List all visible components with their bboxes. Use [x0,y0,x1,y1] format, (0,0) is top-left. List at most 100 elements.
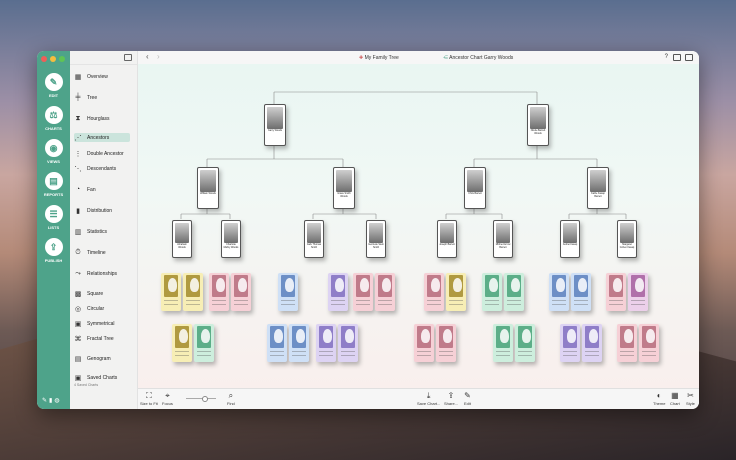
breadcrumb-chart[interactable]: ⋲ Ancestor Chart Garry Woods [443,55,513,61]
person-card[interactable]: Margaret Cohen Kasap [617,220,637,258]
unknown-person-card[interactable] [183,273,203,311]
sidebar-item-timeline[interactable]: ⏱ Timeline [74,248,130,257]
person-card[interactable]: Abraham Woods [172,220,192,258]
sidebar-item-circular[interactable]: ◎ Circular [74,304,130,313]
unknown-person-card[interactable] [571,273,591,311]
chart-options-button[interactable]: ▦ Chart [670,391,680,406]
forward-icon[interactable]: › [157,52,160,61]
unknown-person-card[interactable] [172,324,192,362]
sidebar-item-descendants[interactable]: ⋱ Descendants [74,164,130,173]
silhouette-icon [518,326,532,348]
rail-views-button[interactable]: ◉ VIEWS [37,139,70,164]
unknown-person-card[interactable] [278,273,298,311]
sidebar-item-distribution[interactable]: ▮ Distribution [74,206,130,215]
unknown-person-card[interactable] [560,324,580,362]
person-card[interactable]: Jack Thomas Smith [304,220,324,258]
card-detail-line [186,304,200,305]
unknown-person-card[interactable] [231,273,251,311]
person-card[interactable]: Nicole Barrett Woods [527,104,549,146]
rail-publish-button[interactable]: ⇪ PUBLISH [37,238,70,263]
unknown-person-card[interactable] [209,273,229,311]
breadcrumb-tree[interactable]: ✚ My Family Tree [359,55,399,61]
person-card[interactable]: Mildred Arrow Barrett [493,220,513,258]
unknown-person-card[interactable] [515,324,535,362]
person-card[interactable]: Joseph Barrett [437,220,457,258]
unknown-person-card[interactable] [639,324,659,362]
person-card[interactable]: Grace Smith Woods [333,167,355,209]
style-button[interactable]: ✂ Style [686,391,695,406]
person-card[interactable]: William Woods [197,167,219,209]
save-chart-button[interactable]: ⤓ Save Chart... [417,391,440,406]
sidebar-item-relationships[interactable]: ⤳ Relationships [74,269,130,278]
unknown-person-card[interactable] [353,273,373,311]
unknown-person-card[interactable] [316,324,336,362]
person-card[interactable]: Charlotte Mabry Woods [221,220,241,258]
unknown-person-card[interactable] [289,324,309,362]
unknown-person-card[interactable] [482,273,502,311]
theme-button[interactable]: ◐ Theme [653,391,665,406]
unknown-person-card[interactable] [194,324,214,362]
rail-footer-icons[interactable]: ✎▮◍ [42,397,62,404]
sidebar-item-hourglass[interactable]: ⧗ Hourglass [74,114,130,123]
unknown-person-card[interactable] [328,273,348,311]
sidebar-toggle-icon[interactable] [124,54,132,61]
zoom-slider[interactable] [186,396,216,402]
unknown-person-card[interactable] [493,324,513,362]
unknown-person-card[interactable] [606,273,626,311]
sidebar-item-fractal-tree[interactable]: ⌘ Fractal Tree [74,334,130,343]
unknown-person-card[interactable] [414,324,434,362]
silhouette-icon [507,275,521,297]
charts-icon: ⚖ [44,106,63,124]
sidebar-item-double-ancestor[interactable]: ⋮ Double Ancestor [74,149,130,158]
unknown-person-card[interactable] [617,324,637,362]
minimize-button[interactable] [50,56,56,62]
person-name: Andrei Kasap [562,242,578,246]
zoom-button[interactable] [59,56,65,62]
unknown-person-card[interactable] [375,273,395,311]
help-icon[interactable]: ? [665,54,668,60]
unknown-person-card[interactable] [424,273,444,311]
unknown-person-card[interactable] [267,324,287,362]
unknown-person-card[interactable] [436,324,456,362]
sidebar-item-ancestors[interactable]: ⋰ Ancestors [74,133,130,142]
panel-left-icon[interactable] [673,54,681,61]
person-card[interactable]: Chris Barrett [464,167,486,209]
rail-edit-button[interactable]: ✎ EDIT [37,73,70,98]
sidebar-item-overview[interactable]: ▦ Overview [74,72,130,81]
card-detail-line [485,300,499,301]
rail-reports-button[interactable]: ▤ REPORTS [37,172,70,197]
unknown-person-card[interactable] [504,273,524,311]
find-button[interactable]: ⌕ Find [227,391,235,406]
sidebar-item-symmetrical[interactable]: ▣ Symmetrical [74,319,130,328]
sidebar-item-square[interactable]: ▩ Square [74,289,130,298]
close-button[interactable] [41,56,47,62]
unknown-person-card[interactable] [628,273,648,311]
back-icon[interactable]: ‹ [146,52,149,61]
focus-button[interactable]: ⌖ Focus [162,391,173,406]
rail-lists-button[interactable]: ☰ LISTS [37,205,70,230]
sidebar-item-fan[interactable]: ◔ Fan [74,185,130,194]
unknown-person-card[interactable] [549,273,569,311]
share-button[interactable]: ⇪ Share... [444,391,458,406]
unknown-person-card[interactable] [161,273,181,311]
silhouette-icon [234,275,248,297]
rail-charts-button[interactable]: ⚖ CHARTS [37,106,70,131]
zoom-slider-thumb[interactable] [202,396,208,402]
sidebar-item-tree[interactable]: ╪ Tree [74,93,130,102]
size-to-fit-button[interactable]: ⛶ Size to Fit [140,391,158,406]
unknown-person-card[interactable] [582,324,602,362]
silhouette-head [201,329,210,343]
portrait-photo [336,170,352,192]
person-card[interactable]: Gertrude Stein Smith [366,220,386,258]
person-card[interactable]: Kathe Kasap Barrett [587,167,609,209]
card-detail-line [281,304,295,305]
edit-button[interactable]: ✎ Edit [464,391,471,406]
unknown-person-card[interactable] [338,324,358,362]
unknown-person-card[interactable] [446,273,466,311]
sidebar-item-saved-charts[interactable]: ▣ Saved Charts 4 Saved Charts [74,373,130,387]
person-card[interactable]: Garry Woods [264,104,286,146]
person-card[interactable]: Andrei Kasap [560,220,580,258]
sidebar-item-genogram[interactable]: ▤ Genogram [74,354,130,363]
panel-right-icon[interactable] [685,54,693,61]
sidebar-item-statistics[interactable]: ▥ Statistics [74,227,130,236]
